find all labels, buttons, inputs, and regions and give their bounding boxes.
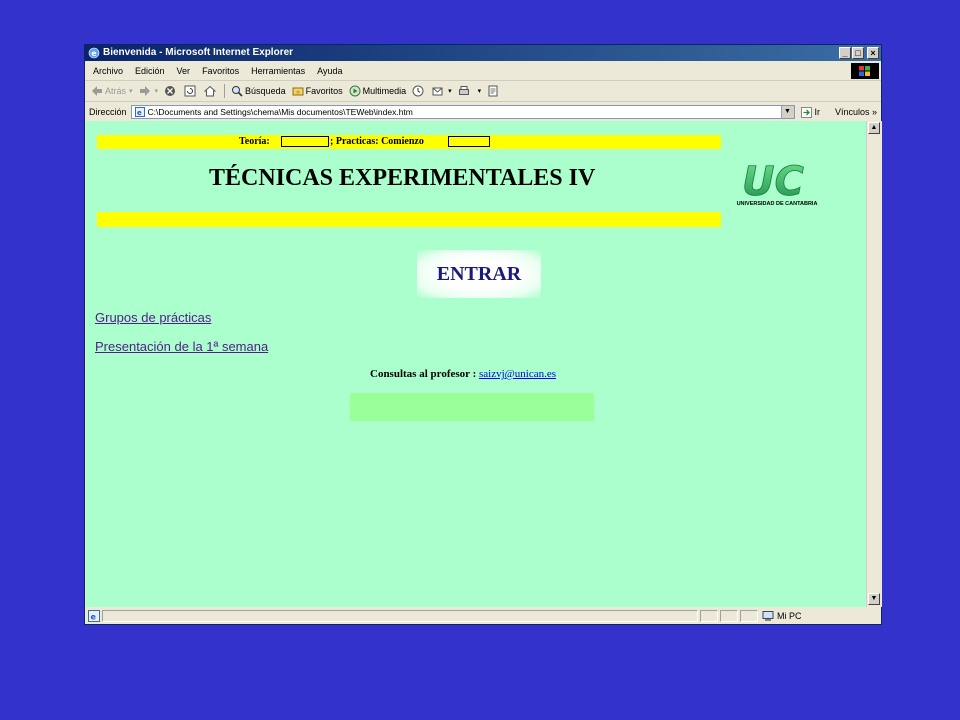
menu-bar: Archivo Edición Ver Favoritos Herramient… xyxy=(85,62,881,81)
document-icon xyxy=(488,85,498,97)
contact-label: Consultas al profesor : xyxy=(370,368,477,380)
back-arrow-icon xyxy=(92,86,102,96)
favorites-folder-icon xyxy=(292,87,304,96)
uc-logo: UC UNIVERSIDAD DE CANTABRIA xyxy=(724,157,830,213)
theory-date-box xyxy=(281,136,329,147)
mail-dropdown-icon[interactable]: ▾ xyxy=(448,87,452,95)
first-week-presentation-link[interactable]: Presentación de la 1ª semana xyxy=(95,339,268,354)
status-text-panel xyxy=(102,610,698,622)
practice-label: ; Practicas: Comienzo xyxy=(330,136,424,147)
status-bar: e Mi PC xyxy=(85,608,881,624)
favorites-button[interactable]: Favoritos xyxy=(292,85,343,97)
schedule-band: Teoría: ; Practicas: Comienzo xyxy=(97,135,721,149)
uc-logo-text: UC xyxy=(742,159,804,201)
page-content: Teoría: ; Practicas: Comienzo TÉCNICAS E… xyxy=(86,121,866,607)
vertical-scrollbar[interactable]: ▲ ▼ xyxy=(866,121,882,607)
forward-arrow-icon xyxy=(139,86,150,96)
go-label: Ir xyxy=(814,107,821,117)
ie-logo-icon: e xyxy=(88,47,100,59)
refresh-icon xyxy=(184,85,196,97)
search-button[interactable]: Búsqueda xyxy=(231,85,286,97)
windows-flag-icon xyxy=(851,63,879,79)
my-computer-icon xyxy=(762,610,774,621)
menu-ayuda[interactable]: Ayuda xyxy=(317,66,342,76)
green-panel xyxy=(350,393,594,421)
edit-dropdown-icon[interactable]: ▾ xyxy=(478,87,482,95)
address-dropdown-icon[interactable]: ▼ xyxy=(780,106,794,118)
search-icon xyxy=(232,86,243,97)
menu-edicion[interactable]: Edición xyxy=(135,66,165,76)
svg-text:e: e xyxy=(91,613,97,622)
practice-date-box xyxy=(448,136,490,147)
history-button[interactable] xyxy=(412,85,426,97)
search-label: Búsqueda xyxy=(245,86,286,96)
menu-favoritos[interactable]: Favoritos xyxy=(202,66,239,76)
theory-label: Teoría: xyxy=(239,136,270,147)
address-url: C:\Documents and Settings\chema\Mis docu… xyxy=(147,107,413,117)
scroll-down-icon[interactable]: ▼ xyxy=(868,593,880,605)
address-bar: Dirección e C:\Documents and Settings\ch… xyxy=(85,102,881,122)
contact-email-link[interactable]: saizvj@unican.es xyxy=(479,368,556,380)
links-chevron-icon: » xyxy=(871,107,877,117)
uc-logo-mark: UC xyxy=(742,159,805,206)
go-arrow-icon xyxy=(800,106,812,118)
page-icon: e xyxy=(134,107,145,117)
stop-button[interactable] xyxy=(164,85,178,97)
discuss-button[interactable] xyxy=(487,85,501,97)
scroll-up-icon[interactable]: ▲ xyxy=(868,122,880,134)
print-icon xyxy=(458,86,469,95)
enter-button[interactable]: ENTRAR xyxy=(417,250,541,298)
history-icon xyxy=(412,85,424,97)
title-bar[interactable]: e Bienvenida - Microsoft Internet Explor… xyxy=(85,45,881,61)
forward-button[interactable]: ▾ xyxy=(139,85,159,97)
edit-button[interactable]: ▾ xyxy=(478,87,482,95)
home-button[interactable] xyxy=(204,85,218,97)
menu-archivo[interactable]: Archivo xyxy=(93,66,123,76)
address-input[interactable]: e C:\Documents and Settings\chema\Mis do… xyxy=(130,105,795,119)
home-icon xyxy=(204,85,217,97)
multimedia-icon xyxy=(349,85,361,97)
close-button[interactable]: × xyxy=(867,47,879,59)
print-button[interactable] xyxy=(458,85,472,97)
multimedia-button[interactable]: Multimedia xyxy=(349,85,407,97)
standard-toolbar: Atrás ▾ ▾ Búsqueda Favoritos Multimedia … xyxy=(85,81,881,102)
minimize-button[interactable]: _ xyxy=(839,47,851,59)
links-label: Vínculos xyxy=(834,107,870,117)
security-zone: Mi PC xyxy=(762,610,802,622)
multimedia-label: Multimedia xyxy=(362,86,407,96)
toolbar-separator xyxy=(224,84,226,98)
menu-herramientas[interactable]: Herramientas xyxy=(251,66,305,76)
uc-logo-subtitle: UNIVERSIDAD DE CANTABRIA xyxy=(736,201,818,207)
refresh-button[interactable] xyxy=(184,85,198,97)
links-toolbar[interactable]: Vínculos » xyxy=(835,107,877,117)
status-panel-progress xyxy=(700,610,718,622)
mail-button[interactable]: ▾ xyxy=(432,85,452,97)
page-status-icon: e xyxy=(88,610,100,622)
back-label: Atrás xyxy=(105,86,127,96)
practice-groups-link[interactable]: Grupos de prácticas xyxy=(95,310,211,325)
stop-icon xyxy=(165,86,176,96)
status-panel-security xyxy=(720,610,738,622)
address-label: Dirección xyxy=(89,107,127,117)
back-button[interactable]: Atrás ▾ xyxy=(91,85,133,97)
zone-label: Mi PC xyxy=(777,611,802,621)
svg-text:e: e xyxy=(137,109,142,117)
go-button[interactable]: Ir xyxy=(800,106,821,118)
contact-line: Consultas al profesor : saizvj@unican.es xyxy=(370,368,556,380)
status-panel-privacy xyxy=(740,610,758,622)
favorites-label: Favoritos xyxy=(305,86,343,96)
svg-text:e: e xyxy=(91,49,97,58)
yellow-divider xyxy=(97,212,721,227)
forward-dropdown-icon[interactable]: ▾ xyxy=(155,87,159,95)
window-title: Bienvenida - Microsoft Internet Explorer xyxy=(103,47,294,58)
back-dropdown-icon[interactable]: ▾ xyxy=(129,87,133,95)
mail-icon xyxy=(432,87,443,96)
menu-ver[interactable]: Ver xyxy=(177,66,191,76)
browser-window: e Bienvenida - Microsoft Internet Explor… xyxy=(84,44,882,625)
page-title: TÉCNICAS EXPERIMENTALES IV xyxy=(209,165,596,191)
maximize-button[interactable]: □ xyxy=(852,47,864,59)
